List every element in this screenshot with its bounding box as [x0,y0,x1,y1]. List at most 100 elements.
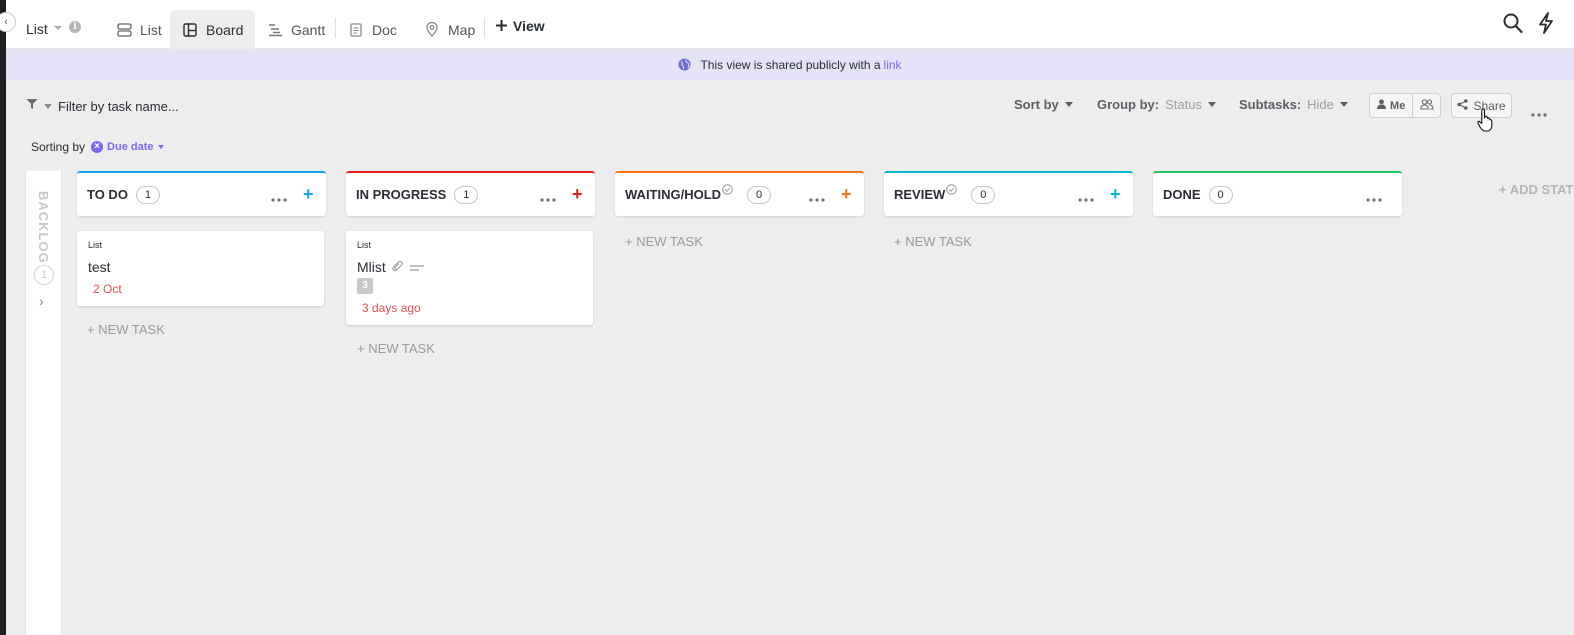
sorting-bar: Sorting by × Due date [31,140,164,154]
new-task-button[interactable]: + NEW TASK [625,234,703,249]
gantt-icon [267,22,283,38]
new-task-button[interactable]: + NEW TASK [87,322,165,337]
backlog-label: BACKLOG [36,191,51,264]
column-count: 0 [747,185,772,204]
check-circle-icon [722,183,733,198]
card-list-name: List [357,240,372,250]
sort-by-button[interactable]: Sort by [1014,97,1073,112]
doc-icon [348,22,364,38]
new-task-button[interactable]: + NEW TASK [357,341,435,356]
chevron-down-icon[interactable] [54,26,62,30]
search-icon[interactable] [1503,13,1523,39]
column-title-text: WAITING/HOLD [625,187,722,202]
column-count: 0 [971,185,996,204]
more-options-icon[interactable] [809,189,825,207]
column-header-in-progress[interactable]: IN PROGRESS 1 + [346,171,595,216]
filter-icon [26,97,38,115]
tab-map[interactable]: Map [412,10,487,49]
list-title[interactable]: List [26,21,48,37]
tab-label: Board [206,21,244,38]
board-icon [182,22,198,38]
more-options-icon[interactable] [271,189,287,207]
column-title: REVIEW [894,184,958,202]
paperclip-icon [392,259,404,275]
top-bar: List i List Board Gantt Doc Map View [6,0,1574,49]
card-title[interactable]: Mlist [357,259,424,275]
banner-link[interactable]: link [884,58,902,72]
column-header-todo[interactable]: TO DO 1 + [77,171,326,216]
chevron-down-icon [44,103,52,109]
shared-view-banner: This view is shared publicly with a link [6,49,1574,80]
tab-board[interactable]: Board [170,10,256,49]
plus-icon [496,18,507,34]
task-card[interactable]: List Mlist 3 3 days ago [346,231,593,325]
column-title: TO DO [87,187,128,202]
backlog-count: 1 [34,265,54,285]
assignee-filter-group: Me [1369,93,1441,118]
close-icon[interactable]: × [91,141,104,153]
subtasks-value: Hide [1307,97,1334,112]
group-by-button[interactable]: Group by: Status [1097,97,1216,112]
card-due-date[interactable]: 2 Oct [93,282,122,296]
column-title: WAITING/HOLD [625,184,733,202]
chevron-right-icon[interactable]: › [39,293,44,309]
sorting-label: Sorting by [31,140,86,154]
info-icon[interactable]: i [69,21,81,33]
hand-cursor-icon [1477,108,1493,137]
person-icon [1377,99,1387,112]
chevron-down-icon [1339,102,1348,107]
people-icon [1419,97,1434,115]
card-title[interactable]: test [88,259,111,275]
subtasks-label: Subtasks: [1239,97,1302,112]
column-title: DONE [1163,187,1201,202]
more-options-icon[interactable] [1078,189,1094,207]
sort-by-label: Sort by [1014,97,1059,112]
plus-icon[interactable]: + [841,185,852,203]
more-options-icon[interactable] [1531,104,1547,122]
left-edge [0,0,6,635]
card-list-name: List [88,240,103,250]
subtasks-button[interactable]: Subtasks: Hide [1239,97,1348,112]
column-count: 1 [454,185,479,204]
tab-label: Map [448,21,476,38]
plus-icon[interactable]: + [1110,185,1121,203]
task-card[interactable]: List test 2 Oct [77,231,324,306]
me-button[interactable]: Me [1370,94,1414,117]
more-options-icon[interactable] [540,189,556,207]
subtask-count-badge[interactable]: 3 [357,278,373,294]
sort-chip[interactable]: × Due date [91,141,164,153]
add-status-button[interactable]: + ADD STATUS [1499,182,1574,197]
column-count: 0 [1208,185,1233,204]
tab-divider [484,18,485,38]
filter-button[interactable] [26,97,52,115]
lightning-icon[interactable] [1538,12,1554,39]
list-icon [116,22,132,38]
add-view-button[interactable]: View [496,18,545,34]
filter-input[interactable] [58,96,258,116]
column-title: IN PROGRESS [356,187,447,202]
me-label: Me [1390,99,1406,112]
column-header-done[interactable]: DONE 0 [1153,171,1402,216]
card-due-date[interactable]: 3 days ago [362,301,421,315]
column-count: 1 [135,185,160,204]
assignees-button[interactable] [1413,94,1440,117]
chevron-down-icon [157,145,164,149]
group-by-value: Status [1165,97,1202,112]
tab-list[interactable]: List [104,10,174,49]
plus-icon[interactable]: + [572,185,583,203]
backlog-column[interactable]: BACKLOG 1 › [25,171,62,635]
column-header-review[interactable]: REVIEW 0 + [884,171,1133,216]
group-by-label: Group by: [1097,97,1160,112]
tab-doc[interactable]: Doc [336,10,409,49]
column-title-text: REVIEW [894,187,946,202]
map-pin-icon [424,22,440,38]
card-title-text: Mlist [357,259,386,275]
plus-icon[interactable]: + [303,185,314,203]
tab-gantt[interactable]: Gantt [255,10,337,49]
more-options-icon[interactable] [1366,189,1382,207]
banner-text: This view is shared publicly with a [700,57,881,72]
new-task-button[interactable]: + NEW TASK [894,234,972,249]
column-header-waiting-hold[interactable]: WAITING/HOLD 0 + [615,171,864,216]
add-view-label: View [513,18,545,34]
share-icon [1457,98,1469,113]
